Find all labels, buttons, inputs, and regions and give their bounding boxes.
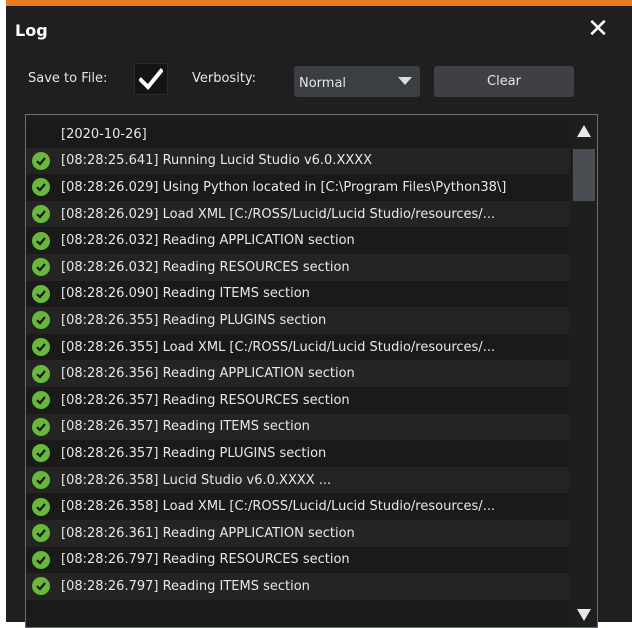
log-row-text: [08:28:26.797] Reading ITEMS section <box>61 578 310 594</box>
triangle-up-icon <box>577 125 591 137</box>
log-row-text: [08:28:25.641] Running Lucid Studio v6.0… <box>61 153 373 169</box>
log-row[interactable]: [08:28:26.357] Reading PLUGINS section <box>26 440 569 467</box>
save-to-file-checkbox[interactable] <box>134 63 168 95</box>
check-circle-icon <box>32 444 50 463</box>
log-row[interactable]: [08:28:26.029] Load XML [C:/ROSS/Lucid/L… <box>26 200 569 228</box>
log-row-text: [08:28:26.355] Reading PLUGINS section <box>61 312 327 328</box>
log-row[interactable]: [08:28:26.355] Reading PLUGINS section <box>26 307 569 334</box>
check-circle-icon <box>32 231 50 250</box>
clear-button[interactable]: Clear <box>434 66 574 97</box>
log-row[interactable]: [08:28:26.355] Load XML [C:/ROSS/Lucid/L… <box>26 333 569 361</box>
check-circle-icon <box>32 205 50 224</box>
check-circle-icon <box>32 311 50 330</box>
log-row-text: [08:28:26.029] Using Python located in [… <box>61 179 507 195</box>
scrollbar[interactable] <box>571 115 597 627</box>
save-to-file-label: Save to File: <box>28 71 108 86</box>
check-circle-icon <box>32 364 50 383</box>
log-row[interactable]: [08:28:26.797] Reading ITEMS section <box>26 573 569 600</box>
empty-icon-slot <box>32 125 50 143</box>
log-row-text: [08:28:26.029] Load XML [C:/ROSS/Lucid/L… <box>61 206 496 222</box>
log-row[interactable]: [08:28:26.361] Reading APPLICATION secti… <box>26 519 569 547</box>
check-circle-icon <box>32 550 50 569</box>
check-circle-icon <box>32 284 50 303</box>
checkmark-icon <box>139 68 163 90</box>
close-icon[interactable]: ✕ <box>584 15 612 43</box>
log-row-text: [08:28:26.797] Reading RESOURCES section <box>61 552 350 568</box>
log-row-text: [08:28:26.358] Load XML [C:/ROSS/Lucid/L… <box>61 499 496 515</box>
check-circle-icon <box>32 391 50 410</box>
scroll-up-button[interactable] <box>571 119 597 143</box>
log-row-text: [08:28:26.356] Reading APPLICATION secti… <box>61 366 355 382</box>
log-row[interactable]: [08:28:26.356] Reading APPLICATION secti… <box>26 360 569 387</box>
check-circle-icon <box>32 178 50 197</box>
log-row[interactable]: [08:28:26.797] Reading RESOURCES section <box>26 546 569 574</box>
check-circle-icon <box>32 471 50 490</box>
verbosity-label: Verbosity: <box>192 71 257 86</box>
check-circle-icon <box>32 577 50 596</box>
chevron-down-icon <box>398 77 412 85</box>
title-bar: Log ✕ <box>6 6 632 44</box>
log-toolbar: Save to File: Verbosity: Normal Clear <box>6 60 632 100</box>
log-window: Log ✕ Save to File: Verbosity: Normal Cl… <box>6 0 632 628</box>
log-row[interactable]: [2020-10-26] <box>26 121 569 148</box>
log-row-text: [08:28:26.090] Reading ITEMS section <box>61 286 310 302</box>
log-row-text: [08:28:26.355] Load XML [C:/ROSS/Lucid/L… <box>61 339 496 355</box>
log-row[interactable] <box>26 599 569 627</box>
log-row-text: [08:28:26.361] Reading APPLICATION secti… <box>61 525 355 541</box>
log-row-text: [08:28:26.357] Reading RESOURCES section <box>61 392 350 408</box>
check-circle-icon <box>32 497 50 516</box>
triangle-down-icon <box>577 609 591 621</box>
scroll-down-button[interactable] <box>571 603 597 627</box>
log-row[interactable]: [08:28:26.357] Reading ITEMS section <box>26 413 569 441</box>
log-row-text: [08:28:26.032] Reading APPLICATION secti… <box>61 233 355 249</box>
check-circle-icon <box>32 338 50 357</box>
check-circle-icon <box>32 417 50 436</box>
verbosity-select[interactable]: Normal <box>294 66 420 97</box>
scroll-thumb[interactable] <box>573 149 595 201</box>
check-circle-icon <box>32 258 50 277</box>
log-panel: [2020-10-26] [08:28:25.641] Running Lucid… <box>25 114 598 628</box>
empty-icon-slot <box>32 604 50 622</box>
log-row[interactable]: [08:28:26.357] Reading RESOURCES section <box>26 386 569 414</box>
log-row-text: [08:28:26.357] Reading PLUGINS section <box>61 445 327 461</box>
log-row[interactable]: [08:28:26.032] Reading RESOURCES section <box>26 253 569 281</box>
log-row[interactable]: [08:28:26.358] Lucid Studio v6.0.XXXX ..… <box>26 466 569 494</box>
log-row[interactable]: [08:28:25.641] Running Lucid Studio v6.0… <box>26 147 569 175</box>
log-row-text: [08:28:26.032] Reading RESOURCES section <box>61 259 350 275</box>
log-row[interactable]: [08:28:26.358] Load XML [C:/ROSS/Lucid/L… <box>26 493 569 520</box>
log-row-text: [08:28:26.358] Lucid Studio v6.0.XXXX ..… <box>61 472 332 488</box>
check-circle-icon <box>32 524 50 543</box>
log-list[interactable]: [2020-10-26] [08:28:25.641] Running Lucid… <box>26 121 569 627</box>
check-circle-icon <box>32 151 50 170</box>
log-row[interactable]: [08:28:26.029] Using Python located in [… <box>26 174 569 201</box>
log-row[interactable]: [08:28:26.032] Reading APPLICATION secti… <box>26 227 569 254</box>
log-row-text: [08:28:26.357] Reading ITEMS section <box>61 419 310 435</box>
verbosity-value: Normal <box>299 76 347 91</box>
log-row-text: [2020-10-26] <box>61 126 147 142</box>
window-title: Log <box>15 21 48 40</box>
log-row[interactable]: [08:28:26.090] Reading ITEMS section <box>26 280 569 308</box>
